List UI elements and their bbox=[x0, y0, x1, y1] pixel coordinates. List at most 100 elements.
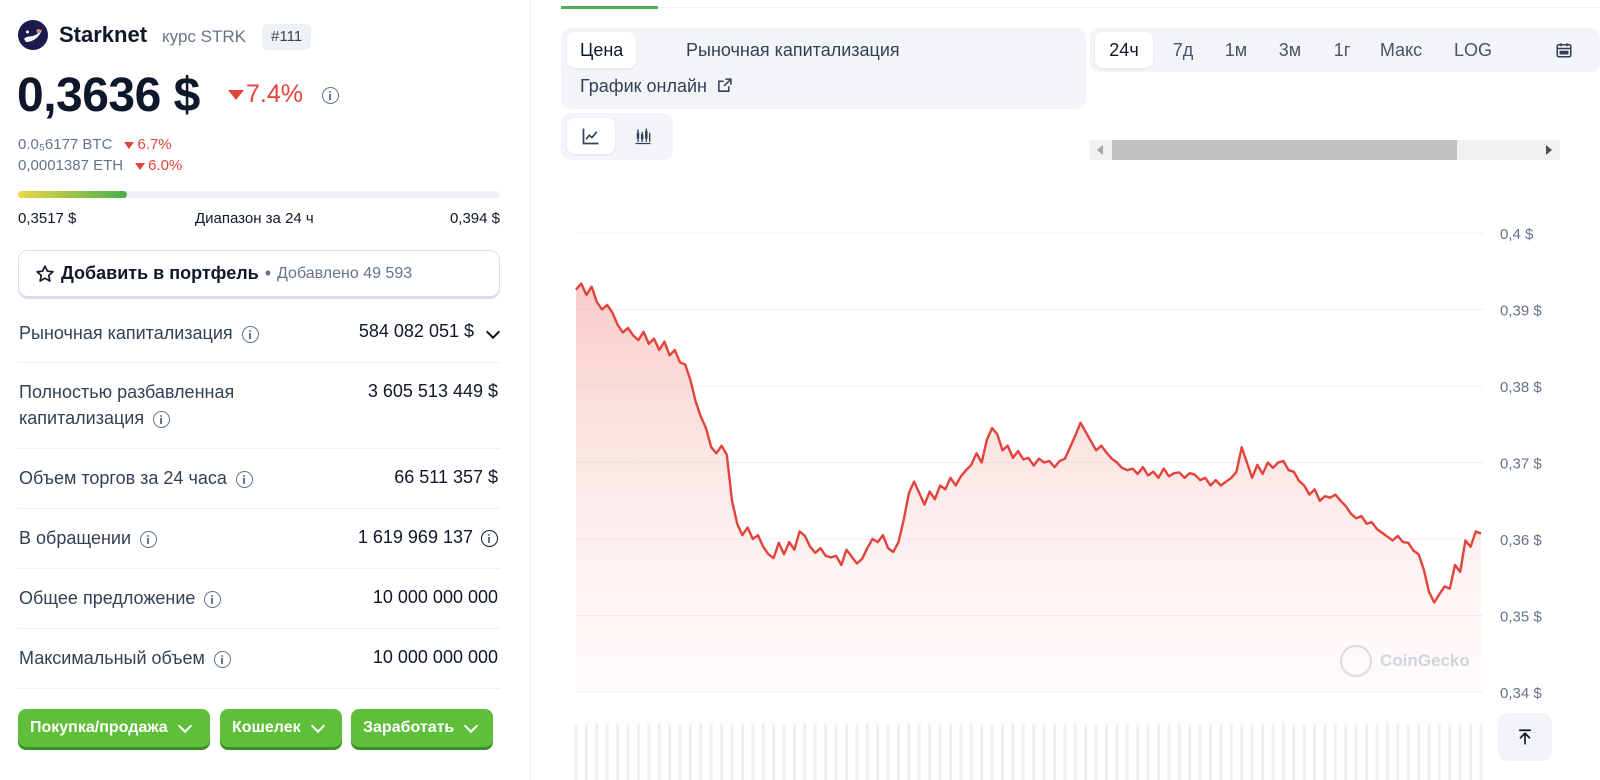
volume-bar bbox=[1094, 724, 1098, 780]
info-icon[interactable] bbox=[153, 410, 171, 428]
info-icon[interactable] bbox=[213, 650, 231, 668]
stat-label-text: Максимальный объем bbox=[19, 648, 205, 668]
volume-bar bbox=[1167, 724, 1171, 780]
candlestick-icon bbox=[635, 128, 651, 145]
info-icon[interactable] bbox=[204, 590, 222, 608]
chart-type-selector bbox=[561, 113, 673, 160]
volume-bar bbox=[1313, 724, 1317, 780]
wallet-button[interactable]: Кошелек bbox=[220, 709, 342, 747]
earn-button[interactable]: Заработать bbox=[351, 709, 493, 747]
chevron-down-icon bbox=[177, 718, 192, 733]
calendar-icon[interactable] bbox=[1555, 41, 1573, 59]
info-icon[interactable] bbox=[321, 86, 339, 104]
volume-bar bbox=[678, 724, 682, 780]
volume-bar bbox=[1437, 724, 1441, 780]
volume-bar bbox=[1323, 724, 1327, 780]
period-max[interactable]: Макс bbox=[1370, 32, 1432, 68]
period-selector: 24ч 7д 1м 3м 1г Макс LOG bbox=[1090, 28, 1600, 72]
info-icon[interactable] bbox=[241, 325, 259, 343]
scroll-left-arrow-icon[interactable] bbox=[1097, 145, 1103, 155]
volume-bar bbox=[1479, 724, 1483, 780]
period-1m[interactable]: 1м bbox=[1212, 32, 1260, 68]
volume-bar bbox=[1427, 724, 1431, 780]
volume-bar bbox=[948, 724, 952, 780]
starknet-logo bbox=[18, 20, 48, 50]
coingecko-watermark: CoinGecko bbox=[1340, 645, 1470, 677]
volume-bar bbox=[1053, 724, 1057, 780]
range-high: 0,394 $ bbox=[449, 210, 500, 227]
volume-bars bbox=[574, 724, 1483, 780]
volume-bar bbox=[1375, 724, 1379, 780]
watermark-text: CoinGecko bbox=[1380, 651, 1470, 670]
coin-info-panel: Starknet курс STRK #111 0,3636 $ 7.4% 0.… bbox=[0, 0, 530, 780]
price-chart[interactable]: 0,4 $ 0,39 $ 0,38 $ 0,37 $ 0,36 $ 0,35 $ 0,34 … bbox=[531, 200, 1600, 780]
y-tick-label: 0,37 $ bbox=[1500, 456, 1542, 473]
volume-bar bbox=[1229, 724, 1233, 780]
scroll-right-arrow-icon[interactable] bbox=[1546, 145, 1552, 155]
period-3m[interactable]: 3м bbox=[1266, 32, 1314, 68]
price-change-value: 7.4% bbox=[246, 80, 303, 108]
btc-price-row: 0.0₅6177 BTC 6.7% bbox=[18, 136, 172, 153]
y-tick-label: 0,35 $ bbox=[1500, 609, 1542, 626]
stat-label-total-supply: Общее предложение bbox=[19, 585, 222, 611]
line-chart-button[interactable] bbox=[567, 118, 615, 154]
coingecko-logo-icon bbox=[1340, 645, 1372, 677]
chevron-down-icon[interactable] bbox=[485, 324, 501, 340]
eth-change-value: 6.0% bbox=[148, 157, 183, 174]
period-7d[interactable]: 7д bbox=[1159, 32, 1207, 68]
volume-bar bbox=[1271, 724, 1275, 780]
down-triangle-icon bbox=[135, 163, 146, 170]
info-icon[interactable] bbox=[140, 530, 158, 548]
volume-bar bbox=[584, 724, 588, 780]
tab-live-chart[interactable]: График онлайн bbox=[567, 68, 746, 104]
volume-bar bbox=[772, 724, 776, 780]
volume-bar bbox=[1011, 724, 1015, 780]
tabs-scrollbar[interactable] bbox=[1090, 140, 1560, 160]
volume-bar bbox=[886, 724, 890, 780]
period-log[interactable]: LOG bbox=[1446, 32, 1500, 68]
range-low: 0,3517 $ bbox=[18, 210, 77, 227]
btc-change-value: 6.7% bbox=[137, 136, 172, 153]
volume-bar bbox=[740, 724, 744, 780]
info-icon[interactable] bbox=[481, 529, 498, 547]
volume-bar bbox=[1281, 724, 1285, 780]
arrow-up-icon bbox=[1518, 729, 1532, 745]
chevron-down-icon bbox=[464, 718, 479, 733]
volume-bar bbox=[917, 724, 921, 780]
volume-bar bbox=[1219, 724, 1223, 780]
rank-badge: #111 bbox=[262, 24, 312, 50]
volume-bar bbox=[595, 724, 599, 780]
volume-bar bbox=[990, 724, 994, 780]
info-icon[interactable] bbox=[235, 470, 253, 488]
btc-change: 6.7% bbox=[124, 136, 172, 153]
stat-value-market-cap[interactable]: 584 082 051 $ bbox=[359, 321, 501, 342]
period-1y[interactable]: 1г bbox=[1318, 32, 1366, 68]
earn-label: Заработать bbox=[363, 719, 455, 736]
volume-bar bbox=[1302, 724, 1306, 780]
stat-label-text: Полностью разбавленная капитализация bbox=[19, 382, 235, 428]
volume-bar bbox=[1115, 724, 1119, 780]
scrollbar-thumb[interactable] bbox=[1112, 140, 1457, 160]
candlestick-chart-button[interactable] bbox=[619, 118, 667, 154]
volume-bar bbox=[1333, 724, 1337, 780]
tab-market-cap[interactable]: Рыночная капитализация bbox=[673, 32, 913, 68]
star-icon bbox=[36, 264, 54, 282]
tab-price[interactable]: Цена bbox=[567, 32, 637, 68]
volume-bar bbox=[1354, 724, 1358, 780]
buy-sell-button[interactable]: Покупка/продажа bbox=[18, 709, 210, 747]
btc-value: 0.0₅6177 BTC bbox=[18, 136, 113, 153]
coin-price: 0,3636 $ bbox=[17, 69, 200, 122]
volume-bar bbox=[1021, 724, 1025, 780]
volume-bar bbox=[876, 724, 880, 780]
volume-bar bbox=[865, 724, 869, 780]
scroll-to-top-button[interactable] bbox=[1498, 713, 1552, 761]
volume-bar bbox=[896, 724, 900, 780]
add-to-portfolio-button[interactable]: Добавить в портфель • Добавлено 49 593 bbox=[18, 250, 500, 297]
period-24h[interactable]: 24ч bbox=[1095, 32, 1153, 68]
volume-bar bbox=[1136, 724, 1140, 780]
volume-bar bbox=[1292, 724, 1296, 780]
eth-value: 0,0001387 ETH bbox=[18, 157, 124, 174]
volume-bar bbox=[605, 724, 609, 780]
stat-label-volume: Объем торгов за 24 часа bbox=[19, 465, 253, 491]
volume-bar bbox=[782, 724, 786, 780]
